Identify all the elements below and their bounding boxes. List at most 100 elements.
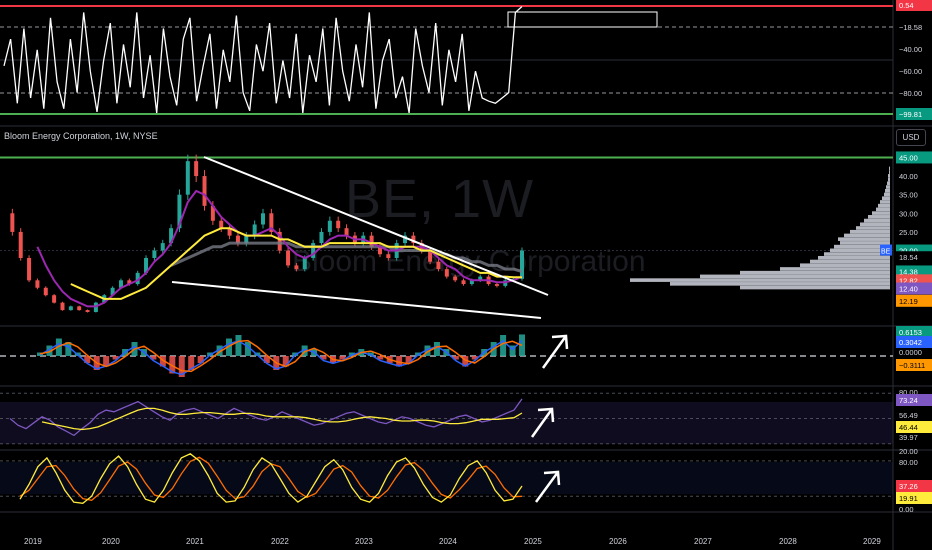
osc-ytick: −60.00 [899,67,922,76]
volume-profile-bar [887,181,890,186]
volume-profile-bar [700,274,890,279]
price-candle-body [286,250,291,266]
price-candle-body [35,280,40,288]
chart-canvas[interactable]: 0.54 −99.81 −18.58 −40.00 −60.00 −80.00 45.00 4… [0,0,932,550]
price-candle-body [27,257,32,281]
macd-histogram-bar [235,335,242,356]
macd-histogram-bar [433,342,440,356]
price-candle-body [327,220,332,232]
rsi-label-ma: 46.44 [899,423,918,432]
price-label-low: 12.19 [899,297,918,306]
volume-profile-bar [889,166,890,171]
price-candle-body [436,261,441,270]
x-axis-label: 2025 [524,537,542,546]
price-candle-body [185,161,190,195]
price-ytick: 25.00 [899,228,918,237]
volume-profile-bar [864,218,890,223]
volume-profile-bar [889,170,890,174]
stoch-ytick-bottom: 0.00 [899,505,914,514]
price-candle-body [336,220,341,229]
volume-profile-bar [888,174,890,178]
rsi-ytick-low: 39.97 [899,433,918,442]
price-candle-body [10,213,15,232]
osc-annotation-box [507,11,658,28]
volume-profile-bar [850,229,890,234]
volume-profile-bar [872,211,890,215]
macd-label-zero: 0.0000 [899,348,922,357]
volume-profile-bar [800,263,890,268]
volume-profile-bar [876,207,890,212]
x-axis-label: 2023 [355,537,373,546]
x-axis-label: 2028 [779,537,797,546]
volume-profile-bar [844,233,890,238]
price-candle-body [202,176,207,206]
price-ytick: 35.00 [899,191,918,200]
volume-profile-bar [630,278,890,282]
stoch-ytick-top: 80.00 [899,458,918,467]
stoch-label-k: 37.26 [899,482,918,491]
volume-profile-bar [885,188,890,193]
price-candle-body [52,295,57,303]
price-candle-body [194,161,199,177]
macd-label-hist: −0.3111 [899,361,925,370]
price-candle-body [43,287,48,296]
volume-profile-bar [886,185,890,189]
price-candle-body [344,228,349,236]
price-candle-body [520,250,524,279]
osc-label-top: 0.54 [899,1,914,10]
price-candle-body [85,310,90,312]
price-label-ma-fast: 12.40 [899,285,918,294]
price-candle-body [461,280,466,285]
price-candle-body [60,302,65,311]
price-ytick: 40.00 [899,172,918,181]
price-label-45: 45.00 [899,153,918,162]
volume-profile-bar [810,259,890,264]
price-candle-body [160,243,165,251]
price-candle-body [494,284,499,286]
price-label-ma: 18.54 [899,253,918,262]
x-axis-label: 2027 [694,537,712,546]
x-axis-label: 2024 [439,537,457,546]
price-candle-body [319,231,324,244]
price-candle-body [386,254,391,258]
stoch-label-d: 19.91 [899,494,918,503]
price-candle-body [294,265,299,270]
volume-profile-bar [884,192,890,197]
price-candle-body [369,235,374,247]
osc-ytick: −18.58 [899,23,922,32]
volume-profile-bar [840,241,890,245]
osc-ytick: −80.00 [899,89,922,98]
price-candle-body [453,276,458,281]
macd-label-macd: 0.6153 [899,328,922,337]
up-arrow [541,335,568,369]
be-symbol-text: BE [881,249,891,256]
osc-ytick: −40.00 [899,45,922,54]
volume-profile-bar [740,270,890,275]
volume-profile-bar [868,215,890,219]
price-ytick: 30.00 [899,209,918,218]
x-axis-label: 2020 [102,537,120,546]
osc-label-bottom: −99.81 [899,110,922,119]
volume-profile-bar [878,203,890,208]
wedge-lower-trendline [171,281,542,319]
macd-line [39,339,523,376]
pane-gap [0,116,893,126]
price-candle-body [18,231,23,258]
price-candle-body [219,220,224,229]
volume-profile-bar [818,255,890,260]
rsi-label-value: 73.24 [899,396,918,405]
x-axis-label: 2029 [863,537,881,546]
x-axis-label: 2022 [271,537,289,546]
price-candle-body [261,213,265,225]
volume-profile-bar [860,222,890,227]
x-axis-label: 2026 [609,537,627,546]
price-candle-body [444,269,449,277]
volume-profile-bar [880,200,890,204]
volume-profile-bar [780,267,890,271]
volume-profile-bar [838,237,890,241]
x-axis-label: 2021 [186,537,204,546]
macd-label-signal: 0.3042 [899,338,922,347]
volume-profile-bar [888,177,890,182]
price-candle-body [77,306,82,311]
price-candle-body [152,250,157,258]
